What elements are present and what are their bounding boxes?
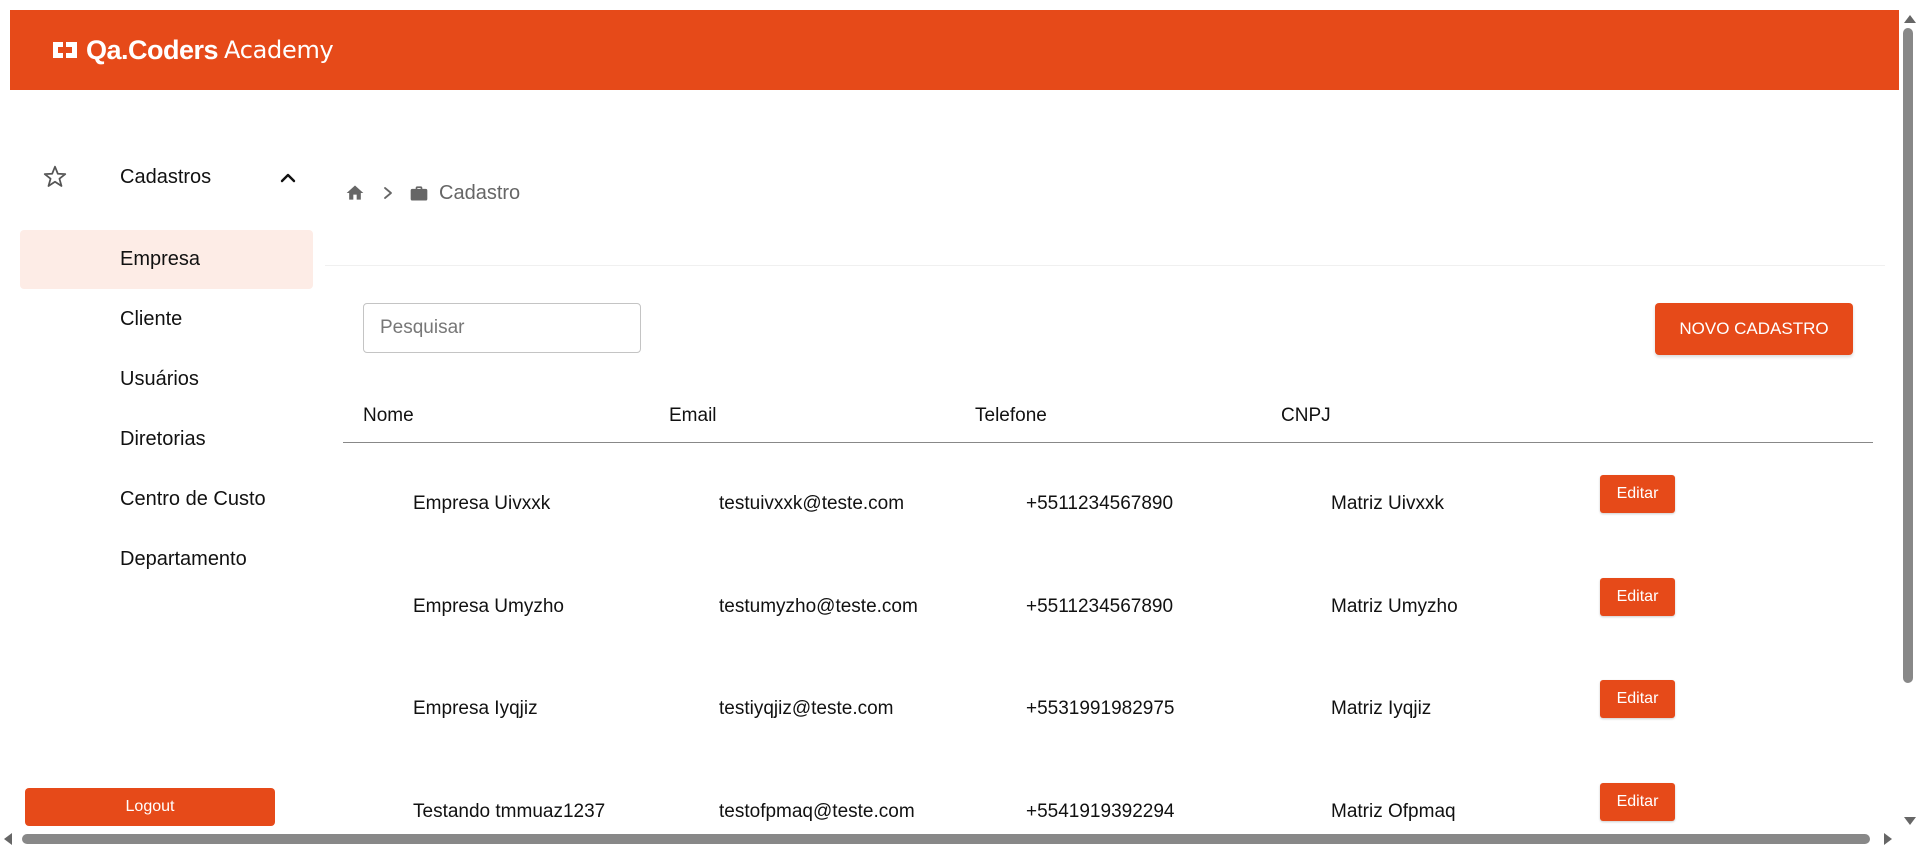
column-header-email: Email	[669, 405, 717, 426]
cell-telefone: +5541919392294	[1026, 801, 1175, 822]
scroll-down-icon[interactable]	[1904, 817, 1916, 825]
cell-telefone: +5511234567890	[1026, 596, 1174, 617]
cell-telefone: +5531991982975	[1026, 698, 1175, 719]
briefcase-icon	[410, 186, 428, 201]
sidebar-item-cliente[interactable]: Cliente	[20, 290, 313, 349]
cell-telefone: +5511234567890	[1026, 493, 1174, 514]
divider	[325, 265, 1885, 266]
vertical-scrollbar[interactable]	[1899, 10, 1920, 833]
cell-nome: Testando tmmuaz1237	[413, 801, 606, 822]
sidebar: Cadastros Empresa Cliente Usuários Diret…	[10, 90, 315, 833]
cell-nome: Empresa Umyzho	[413, 596, 564, 617]
cell-cnpj: Matriz Umyzho	[1331, 596, 1458, 617]
scroll-left-icon[interactable]	[4, 833, 12, 845]
sidebar-item-centro-de-custo[interactable]: Centro de Custo	[20, 470, 313, 529]
cell-cnpj: Matriz Iyqjiz	[1331, 698, 1432, 719]
cell-email: testuivxxk@teste.com	[719, 493, 905, 514]
logout-button[interactable]: Logout	[25, 788, 275, 826]
edit-button[interactable]: Editar	[1600, 578, 1675, 616]
breadcrumb: Cadastro	[345, 180, 520, 206]
cell-nome: Empresa Iyqjiz	[413, 698, 538, 719]
cell-cnpj: Matriz Ofpmaq	[1331, 801, 1456, 822]
table-row: Empresa Uivxxk testuivxxk@teste.com +551…	[343, 457, 1873, 560]
cell-cnpj: Matriz Uivxxk	[1331, 493, 1444, 514]
edit-button[interactable]: Editar	[1600, 680, 1675, 718]
scroll-up-icon[interactable]	[1904, 15, 1916, 23]
edit-button[interactable]: Editar	[1600, 783, 1675, 821]
cell-email: testofpmaq@teste.com	[719, 801, 915, 822]
column-header-nome: Nome	[363, 405, 414, 426]
top-header: Qa.Coders Academy	[10, 10, 1899, 90]
star-icon	[43, 165, 67, 187]
cell-email: testiyqjiz@teste.com	[719, 698, 894, 719]
table-row: Testando tmmuaz1237 testofpmaq@teste.com…	[343, 765, 1873, 833]
sidebar-group-cadastros[interactable]: Cadastros	[20, 150, 313, 206]
breadcrumb-current: Cadastro	[439, 181, 521, 204]
table-row: Empresa Iyqjiz testiyqjiz@teste.com +553…	[343, 662, 1873, 765]
main-content: Cadastro NOVO CADASTRO Nome Email Telefo…	[315, 90, 1899, 833]
app-window: Qa.Coders Academy Cadastros Empresa Clie…	[10, 10, 1899, 833]
horizontal-scrollbar[interactable]	[0, 831, 1920, 847]
sidebar-item-usuarios[interactable]: Usuários	[20, 350, 313, 409]
cell-nome: Empresa Uivxxk	[413, 493, 551, 514]
new-record-button[interactable]: NOVO CADASTRO	[1655, 303, 1853, 355]
sidebar-item-diretorias[interactable]: Diretorias	[20, 410, 313, 469]
logo-text-bold: Qa.Coders	[86, 34, 219, 65]
sidebar-item-departamento[interactable]: Departamento	[20, 530, 313, 589]
sidebar-group-label: Cadastros	[120, 166, 212, 188]
chevron-up-icon[interactable]	[278, 168, 298, 188]
logo-text-light: Academy	[224, 36, 334, 64]
column-header-telefone: Telefone	[975, 405, 1047, 426]
table-header: Nome Email Telefone CNPJ	[343, 405, 1873, 443]
logo-mark-icon	[53, 42, 77, 58]
home-icon[interactable]	[345, 183, 365, 203]
cell-email: testumyzho@teste.com	[719, 596, 918, 617]
logo[interactable]: Qa.Coders Academy	[50, 34, 334, 66]
vertical-scroll-thumb[interactable]	[1903, 28, 1913, 683]
horizontal-scroll-thumb[interactable]	[22, 834, 1870, 844]
table-row: Empresa Umyzho testumyzho@teste.com +551…	[343, 560, 1873, 663]
edit-button[interactable]: Editar	[1600, 475, 1675, 513]
sidebar-item-empresa[interactable]: Empresa	[20, 230, 313, 289]
column-header-cnpj: CNPJ	[1281, 405, 1331, 426]
chevron-right-icon	[384, 187, 392, 199]
scroll-right-icon[interactable]	[1884, 833, 1892, 845]
search-input[interactable]	[363, 303, 641, 353]
